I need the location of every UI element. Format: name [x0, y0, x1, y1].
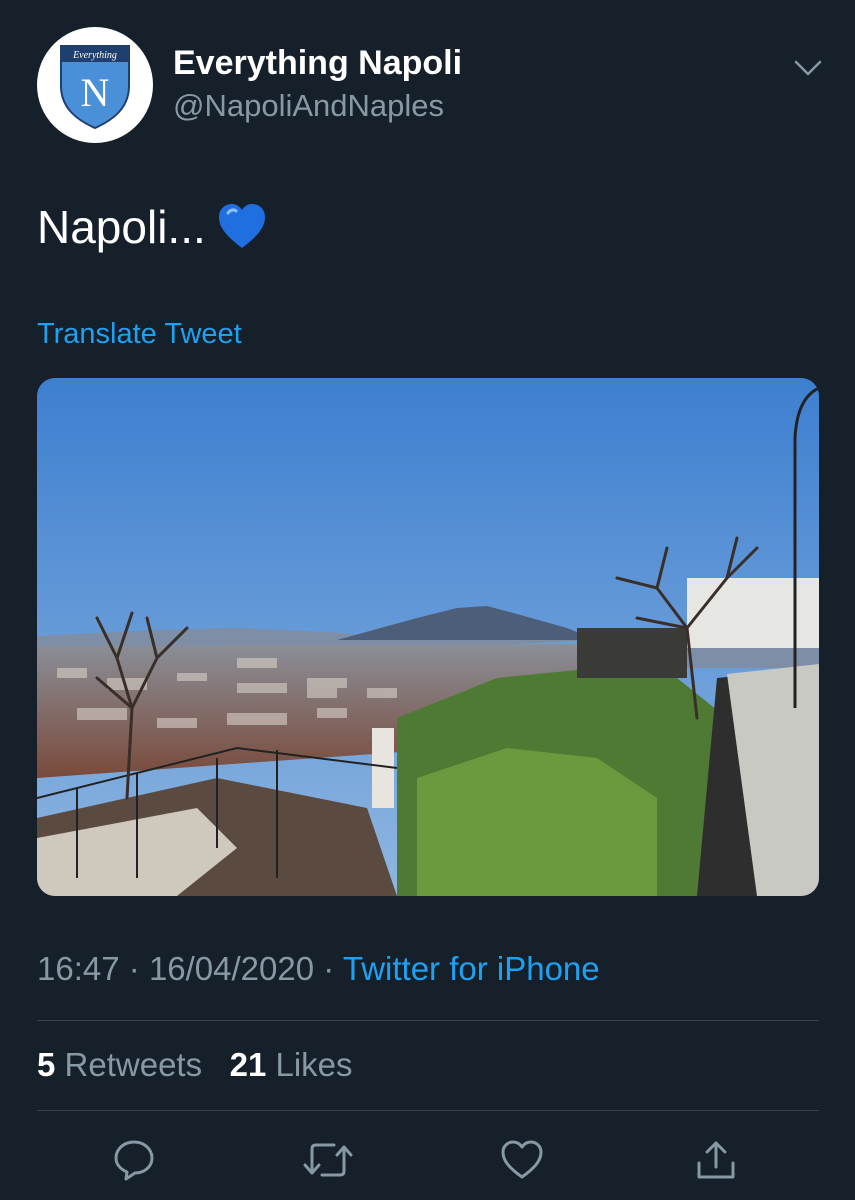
retweets-count: 5	[37, 1046, 56, 1083]
tweet-date: 16/04/2020	[148, 950, 315, 987]
blue-heart-emoji-icon	[216, 201, 268, 253]
tweet-stats: 5 Retweets 21 Likes	[37, 1046, 353, 1084]
napoli-shield-logo: Everything N	[60, 45, 130, 130]
like-icon[interactable]	[494, 1132, 550, 1188]
retweets-label: Retweets	[64, 1046, 203, 1083]
display-name[interactable]: Everything Napoli	[173, 44, 462, 83]
avatar-logo-letter: N	[81, 70, 110, 115]
likes-count: 21	[229, 1046, 267, 1083]
retweets-stat[interactable]: 5 Retweets	[37, 1046, 202, 1083]
likes-label: Likes	[275, 1046, 353, 1083]
chevron-down-icon[interactable]	[790, 50, 826, 86]
divider	[37, 1110, 819, 1111]
tweet-time: 16:47	[37, 950, 120, 987]
share-icon[interactable]	[688, 1132, 744, 1188]
user-handle[interactable]: @NapoliAndNaples	[173, 88, 444, 124]
meta-separator: ·	[128, 950, 140, 987]
tweet-text: Napoli...	[37, 201, 206, 253]
meta-separator: ·	[323, 950, 335, 987]
reply-icon[interactable]	[106, 1132, 162, 1188]
retweet-icon[interactable]	[300, 1132, 356, 1188]
tweet-text-row: Napoli...	[37, 200, 268, 254]
tweet-photo[interactable]	[37, 378, 819, 896]
translate-tweet-link[interactable]: Translate Tweet	[37, 318, 242, 351]
likes-stat[interactable]: 21 Likes	[230, 1046, 353, 1083]
tweet-source-link[interactable]: Twitter for iPhone	[343, 950, 600, 987]
divider	[37, 1020, 819, 1021]
avatar[interactable]: Everything N	[37, 27, 153, 143]
tweet-meta: 16:47 · 16/04/2020 · Twitter for iPhone	[37, 950, 600, 988]
tweet-action-bar	[0, 1132, 855, 1192]
avatar-logo-text: Everything	[72, 50, 117, 61]
